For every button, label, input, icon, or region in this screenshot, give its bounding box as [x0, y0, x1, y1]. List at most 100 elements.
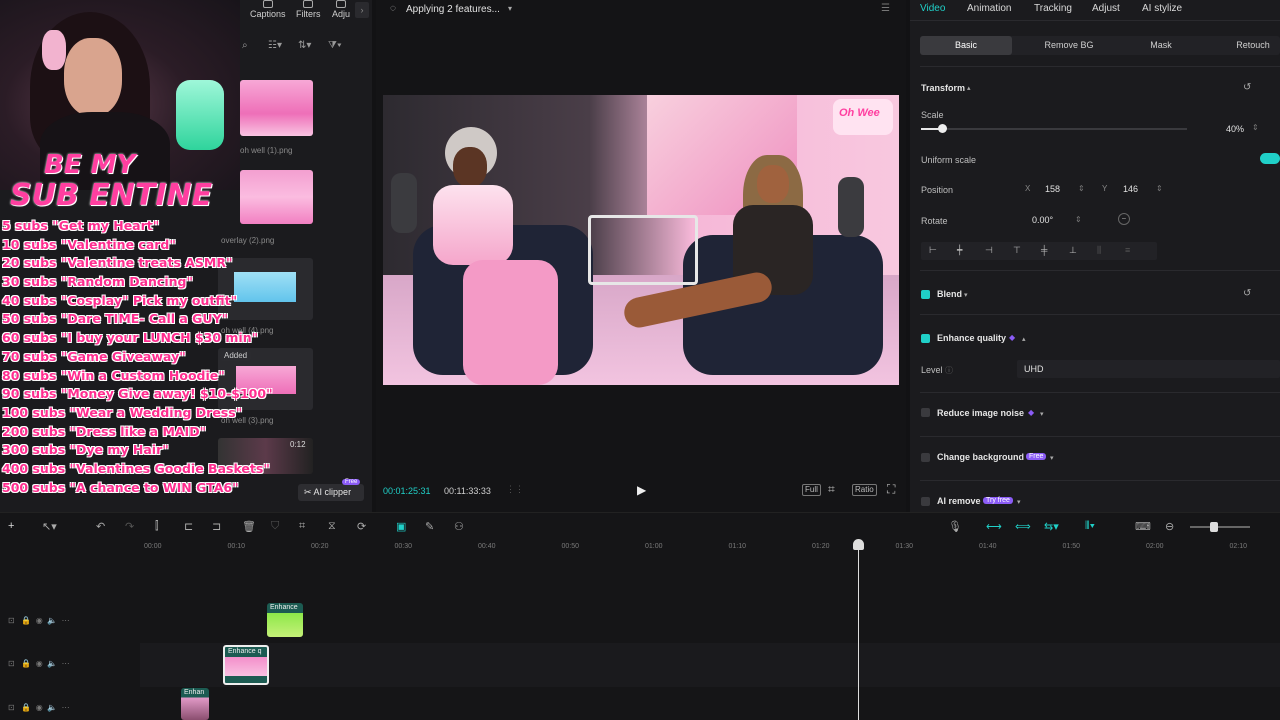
tab-adjustment[interactable]: Adju	[332, 0, 350, 19]
scale-value[interactable]: 40%	[1226, 122, 1244, 136]
zoom-slider-handle[interactable]	[1210, 522, 1218, 532]
audio-icon[interactable]: 🔈	[47, 703, 57, 712]
rotate-dial-icon[interactable]: –	[1118, 213, 1130, 225]
zoom-out-icon[interactable]: ⊖	[1165, 520, 1174, 533]
reset-icon[interactable]: ↺	[1243, 288, 1251, 299]
chevron-up-icon[interactable]: ▴	[1022, 335, 1026, 343]
lock-icon[interactable]: 🔒	[21, 616, 31, 625]
timeline-clip[interactable]: Enhan	[181, 688, 209, 720]
caption-icon[interactable]: ⌨	[1135, 520, 1151, 533]
rotate-input[interactable]: 0.00°	[1032, 213, 1053, 227]
audio-icon[interactable]: 🔈	[47, 659, 57, 668]
align-center-h-icon[interactable]: ┿	[957, 245, 962, 256]
enhance-quality-checkbox[interactable]	[921, 334, 930, 343]
crop-icon[interactable]: ⌗	[299, 520, 305, 533]
subtab-retouch[interactable]: Retouch	[1208, 36, 1280, 55]
snap-icon[interactable]: ⇆▾	[1044, 520, 1059, 533]
tab-filters[interactable]: Filters	[296, 0, 321, 19]
collapse-panel-button[interactable]: ›	[355, 2, 369, 18]
playhead-handle[interactable]	[853, 539, 864, 550]
audio-icon[interactable]: 🔈	[47, 616, 57, 625]
more-icon[interactable]: ⋯	[62, 616, 70, 625]
add-icon[interactable]: +	[8, 520, 14, 532]
eye-icon[interactable]: ◉	[36, 616, 43, 625]
eye-icon[interactable]: ◉	[36, 659, 43, 668]
uniform-scale-toggle[interactable]	[1260, 153, 1280, 164]
select-cursor-icon[interactable]: ↖▾	[42, 520, 57, 533]
stepper-icon[interactable]: ⇕	[1156, 184, 1163, 193]
media-thumb[interactable]	[240, 170, 313, 224]
undo-icon[interactable]: ↶	[96, 520, 105, 533]
chevron-up-icon[interactable]: ▴	[967, 84, 971, 92]
change-background-checkbox[interactable]	[921, 453, 930, 462]
tab-tracking[interactable]: Tracking	[1034, 3, 1072, 14]
video-preview[interactable]: Oh Wee	[383, 95, 899, 385]
align-center-v-icon[interactable]: ╪	[1041, 245, 1047, 255]
pos-y-input[interactable]: 146	[1123, 182, 1138, 196]
scale-slider-track[interactable]	[921, 128, 1187, 130]
subtab-remove-bg[interactable]: Remove BG	[1024, 36, 1114, 55]
pos-x-input[interactable]: 158	[1045, 182, 1060, 196]
lock-icon[interactable]: 🔒	[21, 659, 31, 668]
view-list-icon[interactable]: ☷▾	[268, 40, 282, 51]
delete-icon[interactable]: 🗑	[242, 520, 256, 533]
media-thumb[interactable]	[240, 80, 313, 136]
more-icon[interactable]: ⋯	[62, 703, 70, 712]
split-left-icon[interactable]: ⊏	[184, 520, 193, 533]
timeline-clip-selected[interactable]: Enhance q	[223, 645, 269, 685]
lock-icon[interactable]: 🔒	[21, 703, 31, 712]
search-icon[interactable]: ⌕	[242, 40, 248, 51]
scale-slider-handle[interactable]	[938, 124, 948, 133]
chevron-down-icon[interactable]: ▾	[1050, 454, 1054, 462]
level-select[interactable]: UHD	[1017, 360, 1280, 378]
tab-captions[interactable]: Captions	[250, 0, 286, 19]
subtab-basic[interactable]: Basic	[920, 36, 1012, 55]
tab-animation[interactable]: Animation	[967, 3, 1011, 14]
blend-checkbox[interactable]	[921, 290, 930, 299]
ai-clipper-button[interactable]: ✂ AI clipper	[298, 484, 364, 501]
ai-remove-checkbox[interactable]	[921, 497, 930, 506]
link-track-icon[interactable]: ⟺	[1015, 520, 1031, 533]
tab-adjust[interactable]: Adjust	[1092, 3, 1120, 14]
reset-icon[interactable]: ↺	[1243, 82, 1251, 93]
chevron-down-icon[interactable]: ▾	[1040, 410, 1044, 418]
chevron-down-icon[interactable]: ▾	[508, 4, 512, 13]
chevron-down-icon[interactable]: ▾	[964, 291, 968, 299]
stepper-icon[interactable]: ⇕	[1252, 123, 1259, 132]
menu-icon[interactable]: ☰	[881, 3, 890, 14]
crop-icon[interactable]: ⌗	[828, 482, 835, 497]
ratio-button[interactable]: Ratio	[852, 484, 877, 496]
playhead[interactable]	[858, 540, 859, 720]
tab-video[interactable]: Video	[920, 3, 945, 14]
sort-icon[interactable]: ⇅▾	[298, 40, 311, 51]
filter-icon[interactable]: ⧩▾	[328, 40, 342, 51]
hd-icon[interactable]: ▣	[396, 520, 406, 533]
full-quality-button[interactable]: Full	[802, 484, 821, 496]
microphone-icon[interactable]: 🎙	[948, 520, 962, 533]
align-right-icon[interactable]: ⊣	[985, 245, 993, 256]
stepper-icon[interactable]: ⇕	[1075, 215, 1082, 224]
rotate-icon[interactable]: ⟳	[357, 520, 366, 533]
tab-ai-stylize[interactable]: AI stylize	[1142, 3, 1182, 14]
reduce-noise-checkbox[interactable]	[921, 408, 930, 417]
mirror-icon[interactable]: ⧖	[328, 520, 336, 533]
align-top-icon[interactable]: ⊤	[1013, 245, 1021, 256]
align-left-icon[interactable]: ⊢	[929, 245, 937, 256]
magic-wand-icon[interactable]: ✎	[425, 520, 434, 533]
zoom-slider[interactable]	[1190, 526, 1250, 528]
link-main-icon[interactable]: ⟷	[986, 520, 1002, 533]
person-icon[interactable]: ⚇	[454, 520, 464, 533]
stepper-icon[interactable]: ⇕	[1078, 184, 1085, 193]
play-icon[interactable]: ▶	[637, 483, 646, 497]
preview-axis-icon[interactable]: ⫴▾	[1085, 520, 1095, 533]
chevron-down-icon[interactable]: ▾	[1017, 498, 1021, 506]
split-right-icon[interactable]: ⊐	[212, 520, 221, 533]
more-icon[interactable]: ⋯	[62, 659, 70, 668]
align-bottom-icon[interactable]: ⊥	[1069, 245, 1077, 256]
fullscreen-icon[interactable]: ⛶	[887, 482, 895, 497]
subtab-mask[interactable]: Mask	[1116, 36, 1206, 55]
split-icon[interactable]: ⫿	[155, 520, 159, 533]
eye-icon[interactable]: ◉	[36, 703, 43, 712]
timeline-clip[interactable]: Enhance	[267, 603, 303, 637]
time-ruler[interactable]: 00:00 00:10 00:20 00:30 00:40 00:50 01:00 01:10…	[100, 541, 1280, 555]
